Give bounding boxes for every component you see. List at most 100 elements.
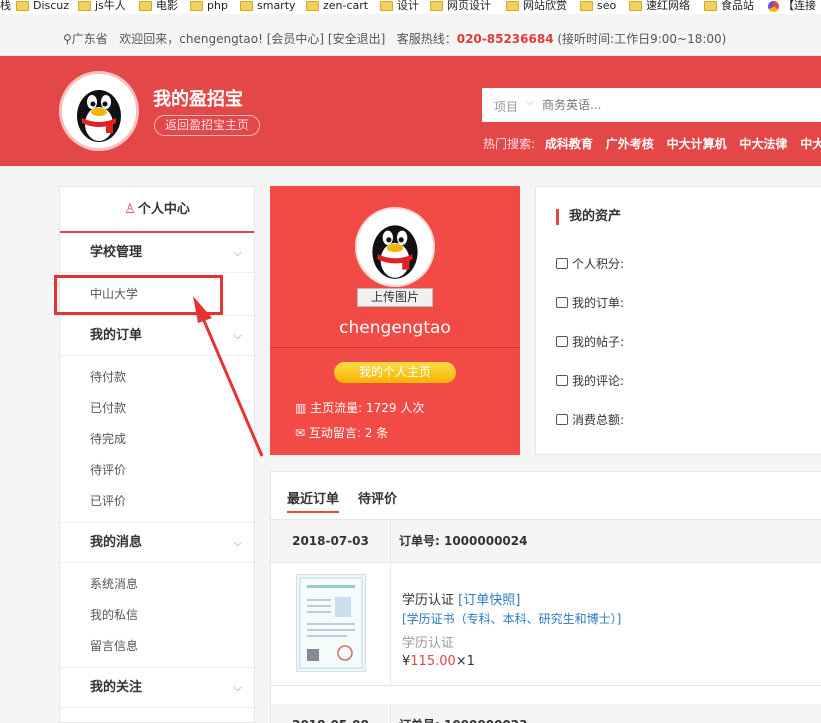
search-input[interactable] <box>542 96 802 114</box>
profile-username: chengengtao <box>339 318 451 338</box>
interactive-messages: ✉ 互动留言: 2 条 <box>295 424 388 441</box>
bookmark-2[interactable]: js牛人 <box>78 0 126 12</box>
tab-to-review[interactable]: 待评价 <box>358 488 397 507</box>
sidebar-header-label: 个人中心 <box>137 202 190 217</box>
bookmark-label: Discuz <box>33 0 70 12</box>
hot-keyword[interactable]: 中大计算机 <box>667 137 727 151</box>
penguin-avatar-icon <box>357 209 433 285</box>
asset-label: 我的帖子: <box>572 335 625 349</box>
bookmark-label: 【连接 <box>783 0 816 12</box>
section-title: 我的订单 <box>90 328 143 343</box>
sidebar-section-messages[interactable]: 我的消息 ⌵ <box>60 523 254 563</box>
location[interactable]: 广东省 <box>72 32 108 46</box>
section-title: 学校管理 <box>90 245 143 260</box>
folder-icon <box>506 1 519 11</box>
points-icon <box>556 258 568 269</box>
order-product-name[interactable]: 学历认证 <box>402 593 454 608</box>
order-thumbnail-cell <box>271 564 391 686</box>
bookmark-6[interactable]: zen-cart <box>306 0 368 12</box>
bookmark-12[interactable]: 食品站 <box>704 0 754 12</box>
order-number[interactable]: 订单号: 1000000024 <box>399 520 527 563</box>
bookmark-8[interactable]: 网页设计 <box>430 0 491 12</box>
order-title: 学历认证 [订单快照] <box>402 589 520 608</box>
orders-tabs: 最近订单 待评价 <box>271 472 821 520</box>
order-snapshot-link[interactable]: [订单快照] <box>458 593 520 608</box>
top-info-bar: ⚲广东省 欢迎回来，chengengtao! [会员中心] [安全退出] 客服热… <box>0 14 821 56</box>
hot-keyword[interactable]: 成科教育 <box>545 137 593 151</box>
hotline-number: 020-85236684 <box>456 32 554 46</box>
circle-logo-icon <box>768 0 779 12</box>
avatar[interactable] <box>59 71 139 151</box>
asset-label: 我的订单: <box>572 296 625 310</box>
bookmark-5[interactable]: smarty <box>240 0 296 12</box>
bookmark-4[interactable]: php <box>190 0 228 12</box>
hot-keyword[interactable]: 广外考核 <box>606 137 654 151</box>
sidebar-item-paid[interactable]: 已付款 <box>60 393 254 424</box>
certificate-thumbnail[interactable] <box>296 574 366 672</box>
asset-label: 个人积分: <box>572 257 625 271</box>
search-category[interactable]: 项目 <box>494 98 518 115</box>
divider <box>270 347 520 348</box>
bookmark-label: 食品站 <box>721 0 754 12</box>
section-title: 我的消息 <box>90 535 143 550</box>
back-home-button[interactable]: 返回盈招宝主页 <box>154 115 260 136</box>
sidebar-header[interactable]: ♙ 个人中心 <box>60 187 254 233</box>
order-type: 学历认证 <box>402 636 455 651</box>
homepage-views: ▥ 主页流量: 1729 人次 <box>295 399 424 416</box>
document-icon <box>556 297 568 308</box>
bookmark-3[interactable]: 电影 <box>139 0 178 12</box>
sidebar-item-system-messages[interactable]: 系统消息 <box>60 569 254 600</box>
asset-comments: 我的评论: <box>556 372 624 389</box>
highlight-box <box>54 275 223 315</box>
note-icon <box>556 336 568 347</box>
sidebar-item-private-messages[interactable]: 我的私信 <box>60 600 254 631</box>
sidebar-item-pending[interactable]: 待完成 <box>60 424 254 455</box>
chevron-down-icon: ⌵ <box>233 681 242 694</box>
bookmark-7[interactable]: 设计 <box>380 0 419 12</box>
folder-icon <box>306 1 319 11</box>
bookmark-1[interactable]: Discuz <box>16 0 69 12</box>
bookmark-9[interactable]: 网站欣赏 <box>506 0 567 12</box>
folder-icon <box>139 1 152 11</box>
asset-label: 我的评论: <box>572 374 625 388</box>
sidebar-section-school[interactable]: 学校管理 ⌵ <box>60 233 254 273</box>
bookmark-label: 电影 <box>156 0 178 12</box>
chevron-down-icon[interactable]: ⌵ <box>526 97 534 108</box>
sidebar-section-orders[interactable]: 我的订单 ⌵ <box>60 316 254 356</box>
bookmark-13[interactable]: 【连接 <box>768 0 816 12</box>
order-number[interactable]: 订单号: 1000000023 <box>399 704 527 723</box>
order-header: 2018-07-03 订单号: 1000000024 <box>271 520 821 563</box>
sidebar-item-to-review[interactable]: 待评价 <box>60 455 254 486</box>
welcome-text[interactable]: 欢迎回来，chengengtao! [会员中心] [安全退出] <box>119 32 385 46</box>
quantity: ×1 <box>455 654 475 669</box>
envelope-icon: ✉ <box>295 426 306 440</box>
folder-icon <box>190 1 203 11</box>
profile-avatar[interactable] <box>355 207 435 287</box>
bookmark-10[interactable]: seo <box>580 0 616 12</box>
hot-keyword[interactable]: 中大 <box>800 137 821 151</box>
bookmark-0[interactable]: 栈 <box>0 0 11 12</box>
sidebar-group-orders: 待付款 已付款 待完成 待评价 已评价 <box>60 356 254 523</box>
sidebar-item-unpaid[interactable]: 待付款 <box>60 362 254 393</box>
sidebar-item-guestbook[interactable]: 留言信息 <box>60 631 254 662</box>
folder-icon <box>240 1 253 11</box>
site-title: 我的盈招宝 <box>153 89 243 110</box>
assets-panel: 我的资产 个人积分: 我的订单: 我的帖子: 我的评论: 消费总额: <box>535 186 821 455</box>
personal-homepage-button[interactable]: 我的个人主页 <box>334 362 456 383</box>
hot-keyword[interactable]: 中大法律 <box>739 137 787 151</box>
asset-posts: 我的帖子: <box>556 333 624 350</box>
sidebar-section-follows[interactable]: 我的关注 ⌵ <box>60 668 254 708</box>
profile-card: 上传图片 chengengtao 我的个人主页 ▥ 主页流量: 1729 人次 … <box>270 186 520 455</box>
user-icon: ♙ <box>124 202 136 217</box>
asset-points: 个人积分: <box>556 255 624 272</box>
order-subtitle-link[interactable]: [学历证书（专科、本科、研究生和博士）] <box>402 610 621 627</box>
tab-recent-orders[interactable]: 最近订单 <box>287 488 340 513</box>
hot-search-label: 热门搜索: <box>483 137 536 151</box>
bookmark-11[interactable]: 速红网络 <box>629 0 690 12</box>
folder-icon <box>704 1 717 11</box>
sidebar-item-reviewed[interactable]: 已评价 <box>60 486 254 517</box>
folder-icon <box>16 1 29 11</box>
folder-icon <box>380 1 393 11</box>
upload-image-button[interactable]: 上传图片 <box>357 288 433 307</box>
asset-spending: 消费总额: <box>556 411 624 428</box>
